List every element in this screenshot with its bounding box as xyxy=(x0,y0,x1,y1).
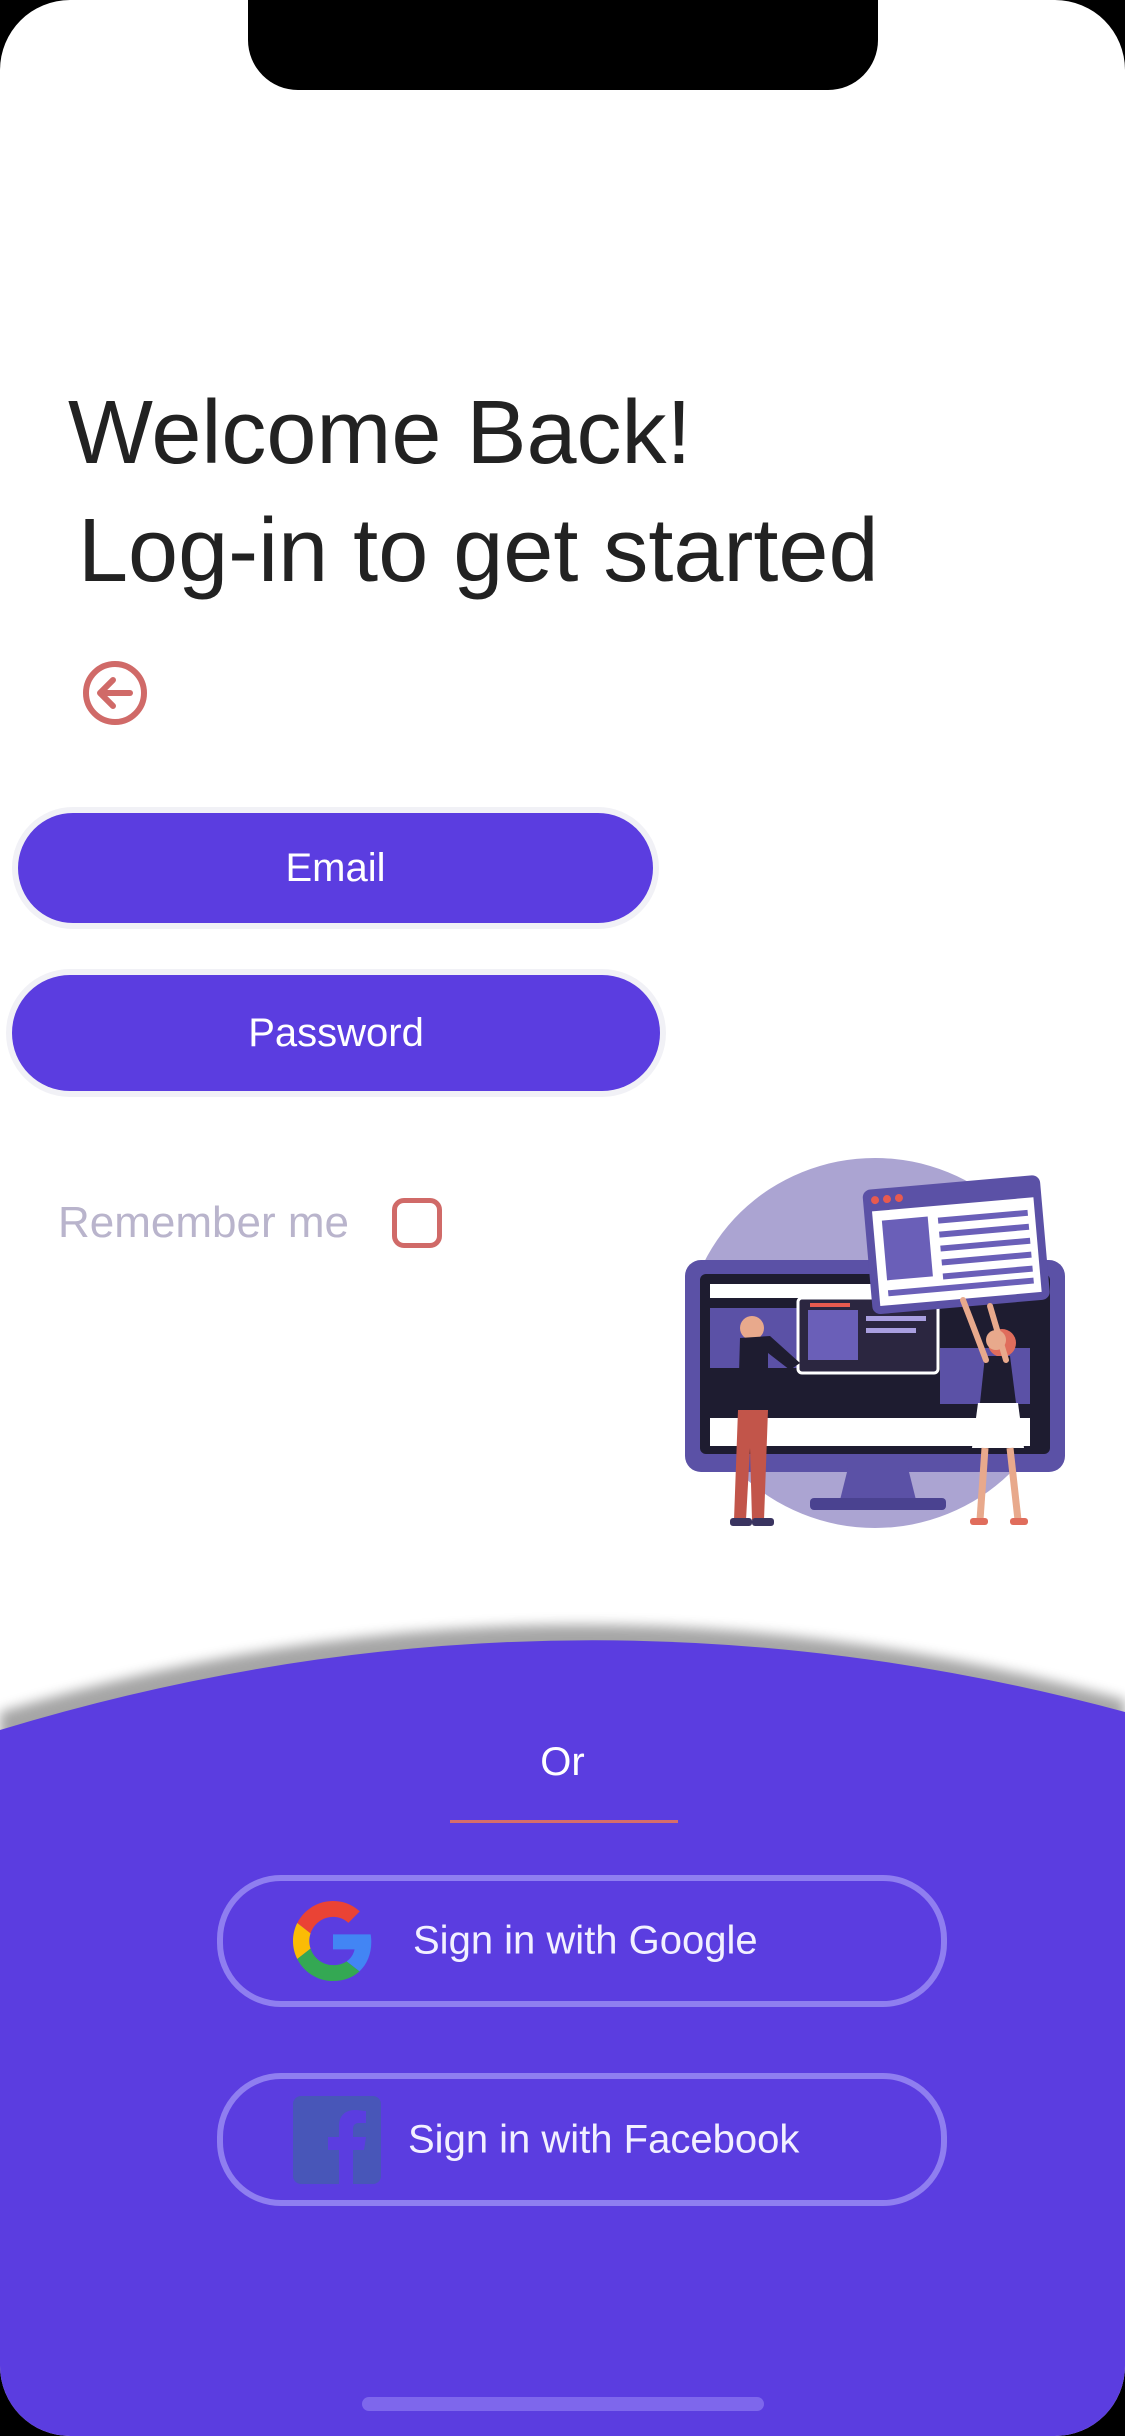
password-field-label: Password xyxy=(248,1010,424,1055)
web-design-team-illustration xyxy=(685,1158,1065,1528)
arrow-left-circle-icon xyxy=(83,661,147,725)
home-indicator[interactable] xyxy=(362,2397,764,2411)
facebook-icon xyxy=(293,2095,381,2184)
panel-curved-background xyxy=(0,1624,1125,2436)
divider-text: Or xyxy=(540,1740,585,1784)
password-field[interactable]: Password xyxy=(12,975,660,1091)
facebook-signin-label: Sign in with Facebook xyxy=(408,2117,800,2161)
back-button[interactable] xyxy=(80,658,150,728)
google-icon xyxy=(293,1901,372,1981)
page-subtitle: Log-in to get started xyxy=(78,501,879,601)
remember-me-checkbox[interactable] xyxy=(392,1198,442,1248)
google-signin-button[interactable]: Sign in with Google xyxy=(217,1875,947,2007)
divider-line xyxy=(450,1820,678,1823)
facebook-signin-button[interactable]: Sign in with Facebook xyxy=(217,2073,947,2206)
page-title: Welcome Back! xyxy=(68,383,692,483)
social-login-panel xyxy=(0,1600,1125,2436)
remember-me-label: Remember me xyxy=(58,1198,349,1247)
device-notch xyxy=(248,0,878,90)
login-screen: Welcome Back! Log-in to get started Emai… xyxy=(0,0,1125,2436)
email-field[interactable]: Email xyxy=(18,813,653,923)
google-signin-label: Sign in with Google xyxy=(413,1918,758,1963)
email-field-label: Email xyxy=(285,845,386,890)
